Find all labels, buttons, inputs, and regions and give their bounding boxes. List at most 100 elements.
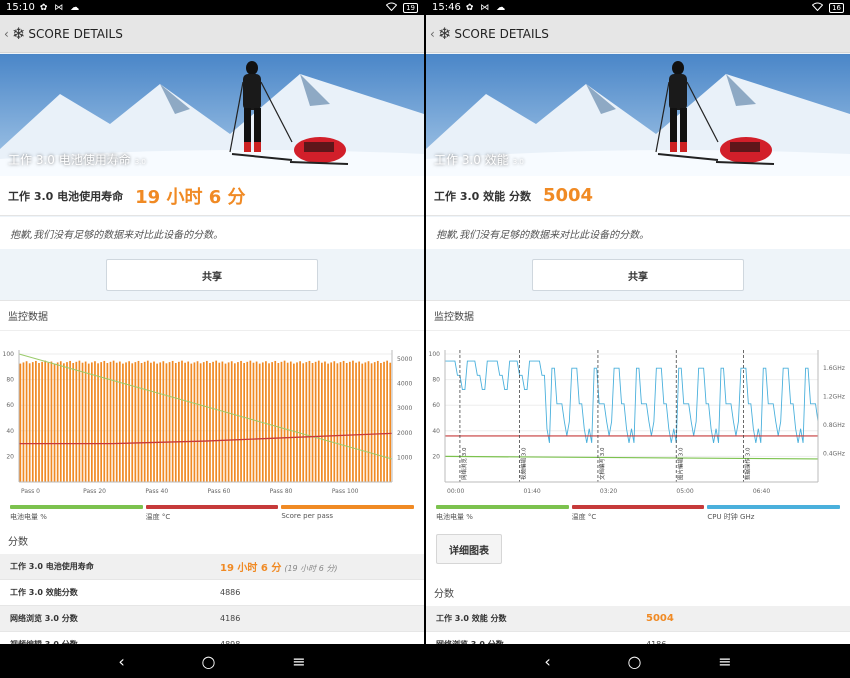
home-nav-icon[interactable]: ○ — [628, 652, 642, 671]
hero-title: 工作 3.0 电池使用寿命 3.0 — [8, 153, 146, 167]
score-bar — [224, 363, 227, 482]
chart-legend: 电池电量 % 温度 °C Score per pass — [10, 505, 415, 522]
x-tick-label: Pass 60 — [208, 488, 231, 495]
score-bar — [181, 360, 183, 482]
app-bar: ‹ ❄ SCORE DETAILS — [426, 15, 850, 53]
score-bar — [243, 363, 246, 482]
x-tick-label: Pass 0 — [21, 488, 40, 495]
score-bar — [106, 363, 109, 482]
score-bar — [53, 363, 56, 482]
legend-temperature: 温度 °C — [571, 505, 705, 522]
score-bar — [84, 361, 87, 482]
score-bar — [115, 362, 118, 482]
score-bar — [140, 363, 143, 482]
score-bar — [308, 360, 311, 482]
battery-icon: 19 — [403, 2, 418, 13]
monitor-section: 监控数据 100 80 60 40 20 5000 4000 3000 2000 1000 Pass… — [0, 300, 424, 658]
monitor-title: 监控数据 — [0, 300, 424, 331]
score-bar — [342, 360, 345, 482]
score-bar — [221, 361, 224, 482]
menu-nav-icon[interactable]: ≡ — [718, 652, 731, 671]
score-bar — [47, 362, 50, 482]
score-bar — [159, 362, 162, 482]
score-bar — [153, 361, 155, 482]
y-left-tick-label: 60 — [432, 402, 440, 409]
score-bar — [22, 362, 25, 482]
score-bar — [196, 361, 199, 482]
score-bar — [286, 362, 289, 482]
status-time: 15:10 — [6, 2, 35, 13]
monitor-title: 监控数据 — [426, 300, 850, 331]
share-button[interactable]: 共享 — [106, 259, 318, 291]
score-bar — [184, 362, 186, 482]
workload-marker-label: 网络浏览 3.0 — [460, 447, 468, 480]
score-bar — [277, 363, 280, 482]
score-bar — [59, 361, 62, 482]
y-right-tick-label: 0.8GHz — [823, 422, 845, 429]
legend-cpu-clock: CPU 时钟 GHz — [707, 505, 841, 522]
score-bar — [202, 362, 205, 482]
score-bar — [215, 360, 218, 482]
score-bar — [156, 363, 158, 482]
workload-marker-label: 视频编辑 3.0 — [520, 447, 528, 480]
workload-marker-label: 数据操作 3.0 — [743, 447, 751, 480]
score-bar — [199, 363, 202, 482]
monitor-section: 监控数据 100 80 60 40 20 1.6GHz 1.2GHz 0.8GHz 0.4GHz… — [426, 300, 850, 658]
score-bar — [178, 361, 180, 482]
workload-marker-label: 文档编写 3.0 — [598, 447, 606, 480]
back-nav-icon[interactable]: ‹ — [118, 652, 124, 671]
score-bar — [137, 360, 140, 482]
table-row: 工作 3.0 效能分数 4886 — [0, 580, 424, 606]
back-nav-icon[interactable]: ‹ — [544, 652, 550, 671]
score-bar — [246, 361, 249, 482]
score-bar — [122, 363, 124, 482]
score-bar — [302, 363, 305, 482]
score-bar — [327, 363, 329, 482]
y-right-tick-label: 3000 — [397, 405, 412, 412]
score-bar — [373, 362, 376, 482]
score-bar — [69, 360, 71, 482]
nav-bar: ‹ ○ ≡ — [0, 644, 424, 678]
score-bar — [218, 362, 221, 482]
share-button[interactable]: 共享 — [532, 259, 744, 291]
score-label: 工作 3.0 效能 分数 — [434, 189, 531, 203]
score-bar — [97, 363, 99, 482]
score-bar — [348, 361, 351, 482]
score-bar — [174, 363, 177, 482]
x-tick-label: Pass 100 — [332, 488, 359, 495]
score-bar — [352, 360, 354, 482]
score-bar — [311, 363, 314, 482]
snowflake-logo-icon: ❄ — [438, 24, 452, 43]
score-bar — [75, 361, 78, 482]
y-left-tick-label: 40 — [6, 428, 14, 435]
score-bar — [87, 363, 90, 482]
score-bar — [389, 362, 392, 482]
score-bar — [56, 362, 59, 482]
detailed-chart-button[interactable]: 详细图表 — [436, 534, 502, 564]
home-nav-icon[interactable]: ○ — [202, 652, 216, 671]
notification-icons: ✿ ⋈ ☁ — [39, 2, 82, 13]
y-left-tick-label: 40 — [432, 428, 440, 435]
wifi-icon — [811, 2, 824, 14]
score-card: 工作 3.0 电池使用寿命 19 小时 6 分 — [0, 176, 424, 216]
score-bar — [383, 361, 385, 482]
y-right-tick-label: 4000 — [397, 381, 412, 388]
back-chevron-icon[interactable]: ‹ — [4, 27, 12, 41]
score-bar — [296, 362, 298, 482]
score-bar — [165, 363, 168, 482]
score-bar — [268, 363, 270, 482]
workload-marker-label: 图片编辑 3.0 — [676, 447, 684, 480]
score-bar — [355, 362, 357, 482]
menu-nav-icon[interactable]: ≡ — [292, 652, 305, 671]
table-row: 工作 3.0 效能 分数 5004 — [426, 606, 850, 632]
back-chevron-icon[interactable]: ‹ — [430, 27, 438, 41]
score-bar — [280, 361, 283, 482]
score-bar — [146, 360, 149, 482]
score-bar — [258, 363, 261, 482]
score-bar — [240, 360, 242, 482]
chart-legend: 电池电量 % 温度 °C CPU 时钟 GHz — [436, 505, 841, 522]
score-bar — [206, 360, 208, 482]
temperature-line — [19, 432, 393, 445]
score-bar — [330, 362, 333, 482]
battery-life-chart: 100 80 60 40 20 5000 4000 3000 2000 1000 Pass 0 Pas… — [3, 350, 412, 495]
